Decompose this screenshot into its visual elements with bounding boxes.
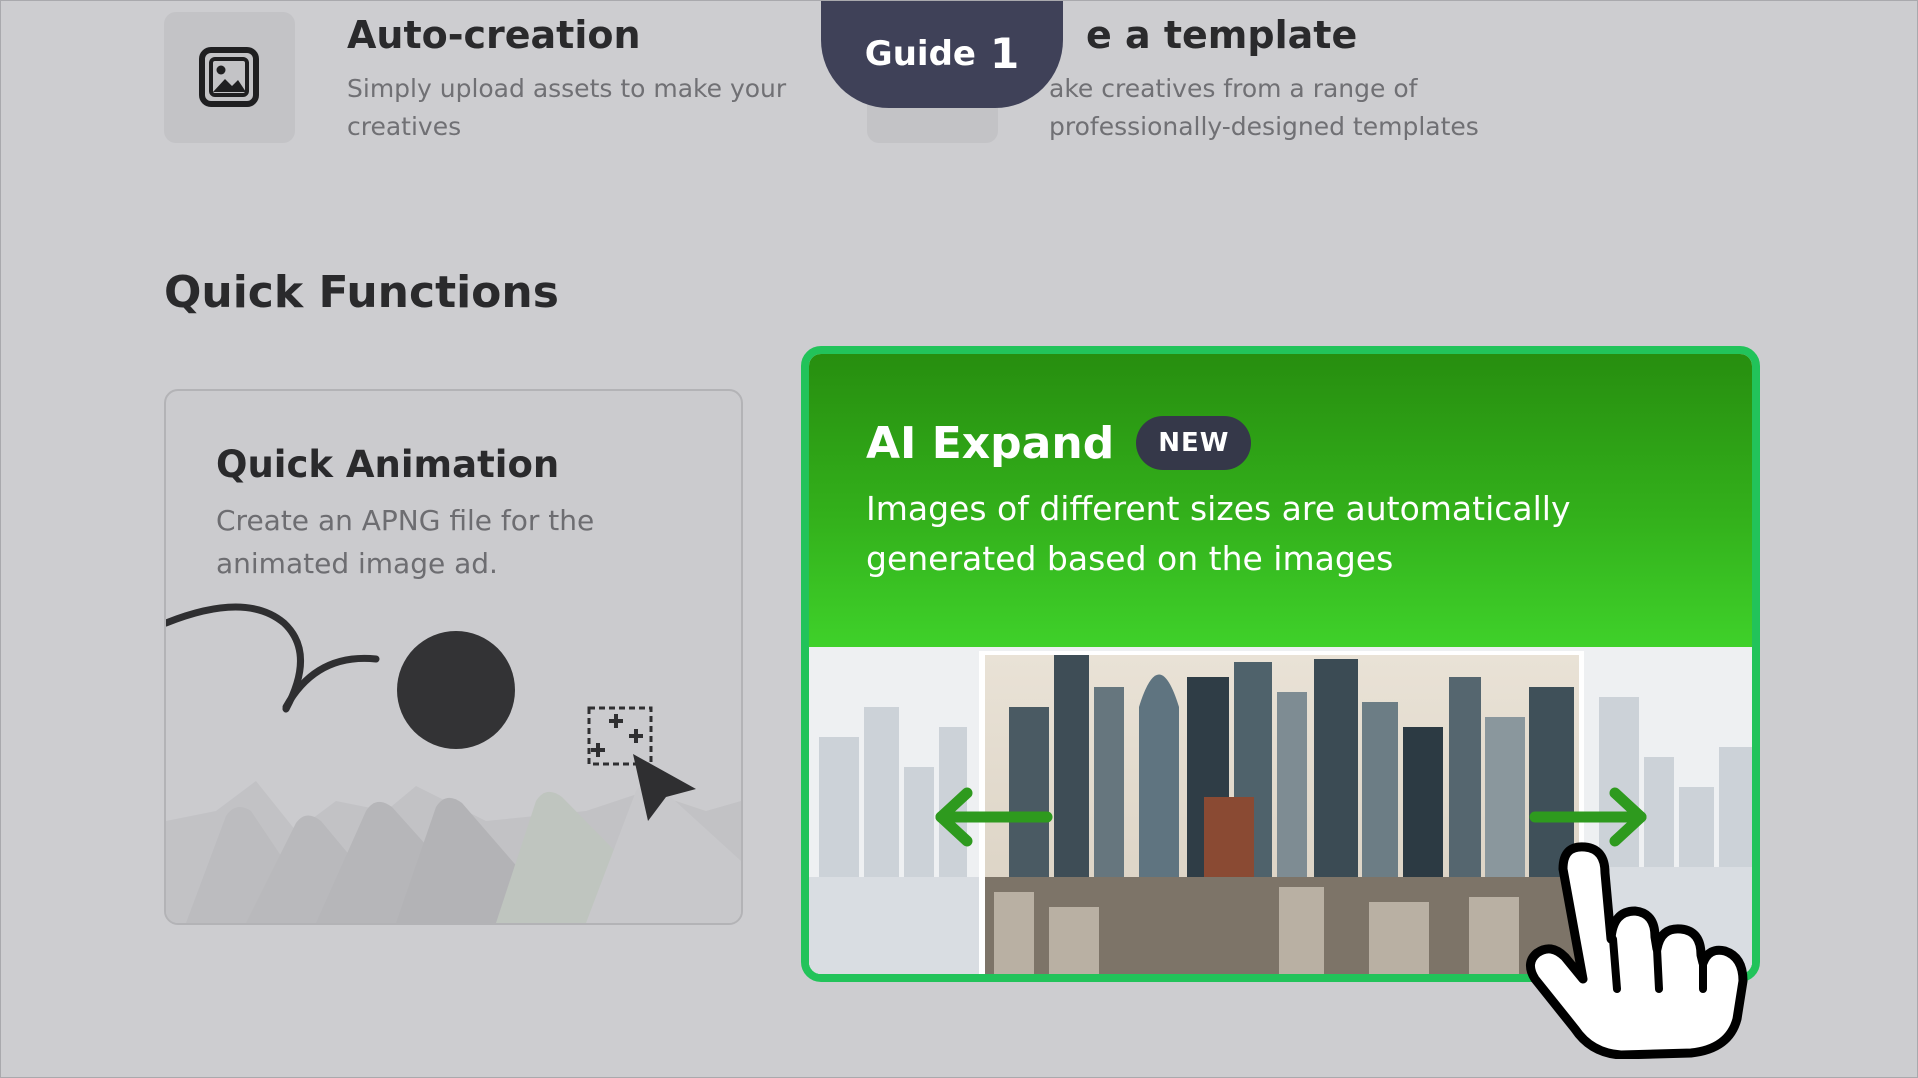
card-title: Quick Animation bbox=[216, 443, 560, 486]
image-icon bbox=[199, 47, 259, 107]
option-title: Auto-creation bbox=[347, 13, 641, 57]
option-description: ake creatives from a range of profession… bbox=[1049, 74, 1479, 141]
option-title: e a template bbox=[1086, 13, 1358, 57]
option-description: Simply upload assets to make your creati… bbox=[347, 74, 787, 141]
section-heading: Quick Functions bbox=[164, 267, 559, 318]
screen: Auto-creation Simply upload assets to ma… bbox=[0, 0, 1918, 1078]
guide-step-number: 1 bbox=[989, 29, 1020, 78]
pointer-hand-icon bbox=[1526, 842, 1748, 1059]
option-icon-box bbox=[164, 12, 295, 143]
card-description: Images of different sizes are automatica… bbox=[866, 489, 1571, 578]
quick-animation-card[interactable]: Quick Animation Create an APNG file for … bbox=[164, 389, 743, 925]
guide-label: Guide bbox=[864, 33, 976, 74]
new-badge: NEW bbox=[1136, 416, 1252, 470]
guide-badge: Guide 1 bbox=[821, 1, 1063, 108]
ai-expand-title-row: AI Expand NEW bbox=[866, 416, 1252, 470]
card-description: Create an APNG file for the animated ima… bbox=[216, 504, 595, 580]
card-title: AI Expand bbox=[866, 417, 1115, 469]
